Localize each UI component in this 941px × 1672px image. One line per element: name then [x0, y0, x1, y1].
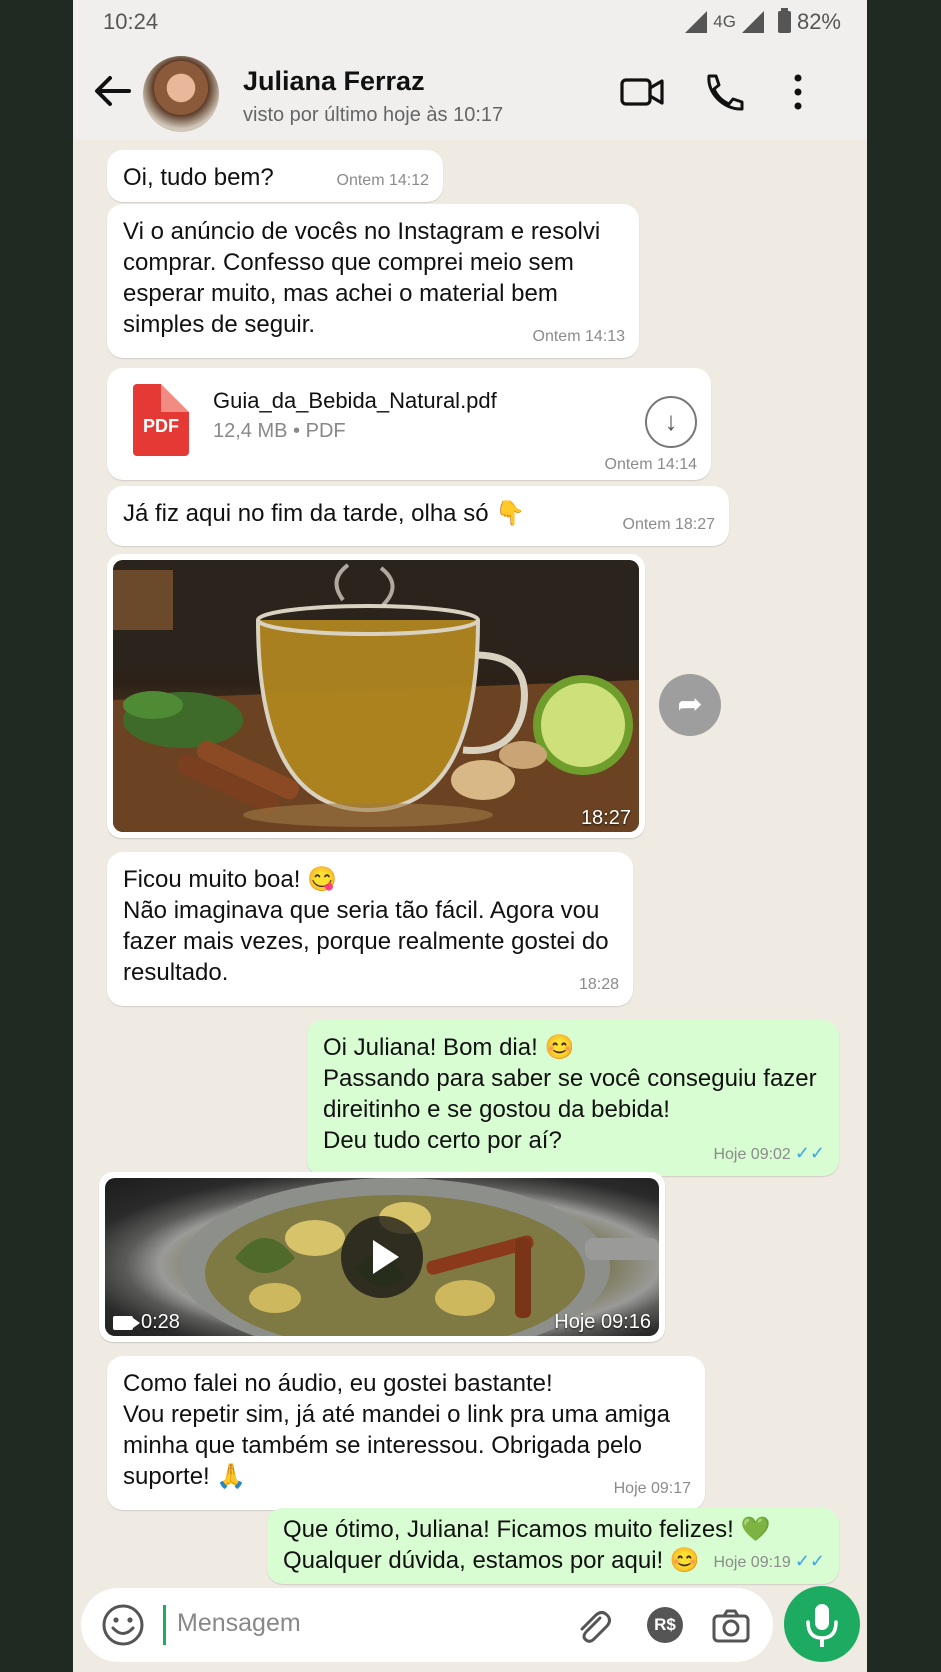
battery-level: 82% [796, 9, 841, 34]
video-time: Hoje 09:16 [554, 1311, 651, 1333]
message-time: Ontem 14:13 [532, 328, 626, 345]
status-indicators: 4G 82% [685, 8, 841, 35]
chat-header: Juliana Ferraz visto por último hoje às … [73, 44, 867, 140]
message-input[interactable] [175, 1608, 519, 1639]
status-time: 10:24 [103, 9, 159, 34]
message-bubble-outgoing[interactable]: Que ótimo, Juliana! Ficamos muito felize… [267, 1508, 839, 1584]
message-time: Hoje 09:19 ✓✓ [713, 1546, 825, 1578]
play-icon[interactable] [341, 1216, 423, 1298]
message-bubble-incoming[interactable]: Ficou muito boa! 😋 Não imaginava que ser… [107, 852, 633, 1006]
avatar[interactable] [143, 56, 219, 132]
more-options-icon[interactable] [775, 72, 821, 112]
video-call-icon[interactable] [619, 72, 665, 112]
chat-screen: 10:24 4G 82% Juliana Ferraz visto por úl… [73, 0, 867, 1672]
read-ticks-icon: ✓✓ [794, 1551, 825, 1571]
message-bubble-incoming[interactable]: Como falei no áudio, eu gostei bastante!… [107, 1356, 705, 1510]
last-seen-status: visto por último hoje às 10:17 [243, 104, 504, 126]
message-text: Como falei no áudio, eu gostei bastante!… [123, 1370, 670, 1490]
text-cursor [163, 1605, 166, 1645]
download-icon[interactable]: ↓ [645, 396, 697, 448]
contact-name[interactable]: Juliana Ferraz [243, 66, 425, 97]
forward-icon[interactable]: ➦ [659, 674, 721, 736]
message-time: Ontem 14:14 [604, 456, 698, 473]
message-time: Ontem 18:27 [622, 516, 716, 533]
battery-icon [777, 8, 791, 33]
message-text: Ficou muito boa! 😋 Não imaginava que ser… [123, 866, 609, 986]
tea-cup-illustration [113, 560, 639, 832]
message-composer: R$ [81, 1588, 773, 1662]
video-duration-text: 0:28 [141, 1311, 180, 1333]
microphone-icon [806, 1604, 838, 1647]
image-message[interactable]: 18:27 [107, 554, 645, 838]
document-file-meta: 12,4 MB • PDF [213, 420, 346, 442]
payment-icon[interactable]: R$ [647, 1607, 683, 1643]
document-file-name: Guia_da_Bebida_Natural.pdf [213, 388, 497, 413]
camera-icon[interactable] [711, 1606, 751, 1646]
video-camera-icon [113, 1315, 140, 1330]
phone-call-icon[interactable] [699, 72, 745, 112]
message-text: Oi Juliana! Bom dia! 😊 Passando para sab… [323, 1034, 817, 1154]
tea-photo[interactable] [113, 560, 639, 832]
emoji-icon[interactable] [101, 1603, 145, 1647]
message-text: Vi o anúncio de vocês no Instagram e res… [123, 218, 601, 338]
attachment-icon[interactable] [573, 1606, 613, 1646]
image-time: 18:27 [580, 807, 631, 829]
message-list: Oi, tudo bem? Ontem 14:12 Vi o anúncio d… [73, 140, 867, 1584]
read-ticks-icon: ✓✓ [794, 1143, 825, 1163]
pdf-file-icon: PDF [133, 384, 189, 456]
message-time: Hoje 09:17 [613, 1480, 691, 1497]
back-arrow-icon[interactable] [91, 70, 133, 112]
message-bubble-incoming[interactable]: Vi o anúncio de vocês no Instagram e res… [107, 204, 639, 358]
document-message[interactable]: PDF Guia_da_Bebida_Natural.pdf 12,4 MB •… [107, 368, 711, 480]
voice-message-button[interactable] [784, 1586, 860, 1662]
video-duration: 0:28 [113, 1311, 180, 1334]
network-type: 4G [713, 12, 736, 31]
message-time: Hoje 09:02 ✓✓ [713, 1138, 825, 1170]
signal-icon [741, 11, 764, 33]
message-time: 18:28 [578, 976, 619, 993]
message-time-text: Hoje 09:19 [713, 1554, 791, 1571]
message-bubble-incoming[interactable]: Já fiz aqui no fim da tarde, olha só 👇 O… [107, 486, 729, 546]
video-message[interactable]: 0:28 Hoje 09:16 [99, 1172, 665, 1342]
signal-icon [685, 11, 708, 33]
message-bubble-outgoing[interactable]: Oi Juliana! Bom dia! 😊 Passando para sab… [307, 1020, 839, 1176]
message-time: Ontem 14:12 [336, 172, 430, 189]
message-time-text: Hoje 09:02 [713, 1146, 791, 1163]
message-bubble-incoming[interactable]: Oi, tudo bem? Ontem 14:12 [107, 150, 443, 202]
status-bar: 10:24 4G 82% [73, 0, 867, 44]
